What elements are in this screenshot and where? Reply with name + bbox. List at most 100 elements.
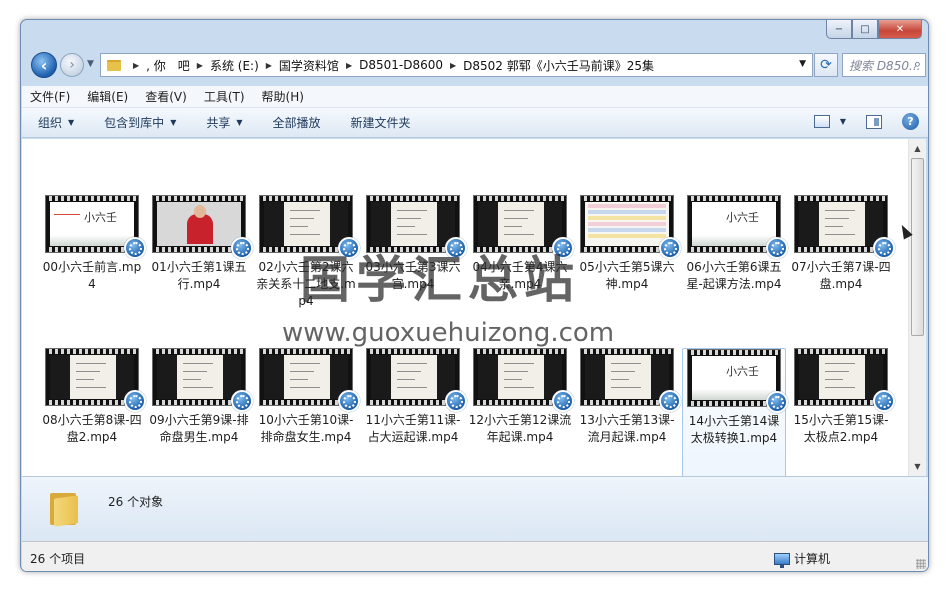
breadcrumb-item[interactable]: D8502 郭郓《小六壬马前课》25集 bbox=[463, 57, 654, 74]
search-input[interactable]: 搜索 D850... ⌕ bbox=[842, 53, 926, 77]
back-arrow-icon[interactable]: ‹ bbox=[31, 52, 57, 78]
view-options-dropdown-icon[interactable]: ▼ bbox=[840, 117, 846, 126]
status-bar: 26 个项目 计算机 bbox=[22, 541, 928, 571]
video-thumbnail bbox=[152, 195, 253, 259]
breadcrumb-item[interactable]: 国学资料馆 bbox=[279, 57, 339, 74]
refresh-button[interactable]: ⟳ bbox=[814, 53, 838, 77]
chevron-down-icon: ▼ bbox=[236, 118, 243, 127]
menu-help[interactable]: 帮助(H) bbox=[262, 88, 304, 105]
organize-button[interactable]: 组织 ▼ bbox=[38, 114, 74, 131]
preview-pane-icon[interactable] bbox=[866, 114, 882, 129]
scroll-down-icon[interactable]: ▼ bbox=[909, 459, 926, 474]
file-item[interactable]: 13小六壬第13课-流月起课.mp4 bbox=[575, 348, 681, 476]
media-player-icon bbox=[873, 390, 895, 412]
video-thumbnail bbox=[473, 348, 574, 412]
breadcrumb-separator-icon[interactable]: ▶ bbox=[133, 61, 139, 70]
video-thumbnail bbox=[794, 348, 895, 412]
file-name: 15小六壬第15课-太极点2.mp4 bbox=[793, 413, 889, 444]
file-item[interactable]: 11小六壬第11课-占大运起课.mp4 bbox=[361, 348, 467, 476]
details-pane: 26 个对象 bbox=[22, 476, 928, 541]
media-player-icon bbox=[766, 391, 788, 413]
file-item[interactable]: 小六壬 00小六壬前言.mp4 bbox=[40, 195, 146, 329]
command-bar: 组织 ▼ 包含到库中 ▼ 共享 ▼ 全部播放 新建文件夹 ▼ ? bbox=[22, 108, 928, 138]
file-name: 01小六壬第1课五行.mp4 bbox=[151, 260, 247, 291]
share-label: 共享 bbox=[206, 116, 231, 130]
breadcrumb-separator-icon[interactable]: ▶ bbox=[346, 61, 352, 70]
play-all-label: 全部播放 bbox=[272, 116, 321, 130]
include-in-library-label: 包含到库中 bbox=[104, 116, 165, 130]
breadcrumb-item[interactable]: D8501-D8600 bbox=[359, 58, 443, 72]
breadcrumb-separator-icon[interactable]: ▶ bbox=[197, 61, 203, 70]
video-thumbnail bbox=[259, 348, 360, 412]
video-thumbnail bbox=[152, 348, 253, 412]
menu-file[interactable]: 文件(F) bbox=[30, 88, 70, 105]
media-player-icon bbox=[659, 237, 681, 259]
thumbnail-title: 小六壬 bbox=[726, 365, 759, 378]
file-name: 12小六壬第12课流年起课.mp4 bbox=[468, 413, 572, 444]
change-view-icon[interactable] bbox=[813, 115, 830, 128]
forward-arrow-icon[interactable]: › bbox=[60, 53, 84, 77]
menu-tools[interactable]: 工具(T) bbox=[204, 88, 245, 105]
view-controls: ▼ ? bbox=[813, 113, 919, 130]
breadcrumb-separator-icon[interactable]: ▶ bbox=[266, 61, 272, 70]
file-item[interactable]: 08小六壬第8课-四盘2.mp4 bbox=[40, 348, 146, 476]
help-icon[interactable]: ? bbox=[902, 113, 919, 130]
media-player-icon bbox=[338, 390, 360, 412]
computer-icon bbox=[774, 552, 790, 568]
include-in-library-button[interactable]: 包含到库中 ▼ bbox=[104, 114, 176, 131]
file-item[interactable]: 小六壬 14小六壬第14课太极转换1.mp4 bbox=[682, 348, 788, 476]
scroll-up-icon[interactable]: ▲ bbox=[909, 141, 926, 156]
file-name: 14小六壬第14课太极转换1.mp4 bbox=[688, 414, 780, 445]
watermark-text: 国学汇总站 bbox=[300, 251, 580, 309]
maximize-button[interactable]: □ bbox=[852, 20, 878, 39]
recent-pages-dropdown-icon[interactable]: ▼ bbox=[87, 59, 94, 69]
menu-view[interactable]: 查看(V) bbox=[145, 88, 187, 105]
video-thumbnail: 小六壬 bbox=[45, 195, 146, 259]
vertical-scrollbar[interactable]: ▲ ▼ bbox=[908, 139, 926, 476]
file-item[interactable]: 09小六壬第9课-排命盘男生.mp4 bbox=[147, 348, 253, 476]
file-name: 00小六壬前言.mp4 bbox=[42, 260, 142, 291]
breadcrumb-item[interactable]: , 你 吧 bbox=[146, 57, 190, 74]
file-item[interactable]: 12小六壬第12课流年起课.mp4 bbox=[468, 348, 574, 476]
new-folder-label: 新建文件夹 bbox=[350, 116, 411, 130]
new-folder-button[interactable]: 新建文件夹 bbox=[351, 114, 411, 131]
media-player-icon bbox=[231, 237, 253, 259]
address-bar[interactable]: ▶ , 你 吧 ▶ 系统 (E:) ▶ 国学资料馆 ▶ D8501-D8600 ▶ D8502 郭… bbox=[100, 53, 813, 77]
play-all-button[interactable]: 全部播放 bbox=[273, 114, 321, 131]
scrollbar-thumb[interactable] bbox=[911, 158, 924, 336]
video-thumbnail bbox=[366, 348, 467, 412]
video-thumbnail bbox=[580, 348, 681, 412]
resize-grip-icon[interactable] bbox=[916, 559, 926, 569]
chevron-down-icon: ▼ bbox=[68, 118, 75, 127]
media-player-icon bbox=[659, 390, 681, 412]
file-item[interactable]: 10小六壬第10课-排命盘女生.mp4 bbox=[254, 348, 360, 476]
watermark-url: www.guoxuehuizong.com bbox=[282, 318, 615, 348]
address-dropdown-icon[interactable]: ▼ bbox=[799, 59, 806, 69]
search-placeholder: 搜索 D850... bbox=[849, 58, 921, 73]
file-item[interactable]: 小六壬 06小六壬第6课五星-起课方法.mp4 bbox=[682, 195, 788, 329]
share-button[interactable]: 共享 ▼ bbox=[206, 114, 242, 131]
file-item[interactable]: 05小六壬第5课六神.mp4 bbox=[575, 195, 681, 329]
file-item[interactable]: 01小六壬第1课五行.mp4 bbox=[147, 195, 253, 329]
thumbnail-title: 小六壬 bbox=[726, 211, 759, 224]
file-name: 13小六壬第13课-流月起课.mp4 bbox=[579, 413, 675, 444]
close-button[interactable]: ✕ bbox=[878, 20, 922, 39]
minimize-button[interactable]: − bbox=[826, 20, 852, 39]
breadcrumb-item[interactable]: 系统 (E:) bbox=[210, 57, 259, 74]
search-icon[interactable]: ⌕ bbox=[914, 57, 921, 72]
breadcrumb: ▶ , 你 吧 ▶ 系统 (E:) ▶ 国学资料馆 ▶ D8501-D8600 ▶ D8502 郭… bbox=[126, 57, 654, 74]
file-name: 06小六壬第6课五星-起课方法.mp4 bbox=[686, 260, 782, 291]
menu-edit[interactable]: 编辑(E) bbox=[87, 88, 128, 105]
folder-icon bbox=[107, 59, 121, 71]
media-player-icon bbox=[552, 390, 574, 412]
video-thumbnail bbox=[580, 195, 681, 259]
location-zone: 计算机 bbox=[774, 550, 831, 568]
thumbnail-title: 小六壬 bbox=[84, 211, 117, 224]
video-thumbnail: 小六壬 bbox=[687, 349, 788, 413]
media-player-icon bbox=[873, 237, 895, 259]
file-item[interactable]: 15小六壬第15课-太极点2.mp4 bbox=[789, 348, 895, 476]
media-player-icon bbox=[445, 390, 467, 412]
file-item[interactable]: 07小六壬第7课-四盘.mp4 bbox=[789, 195, 895, 329]
breadcrumb-separator-icon[interactable]: ▶ bbox=[450, 61, 456, 70]
location-label: 计算机 bbox=[794, 552, 831, 566]
